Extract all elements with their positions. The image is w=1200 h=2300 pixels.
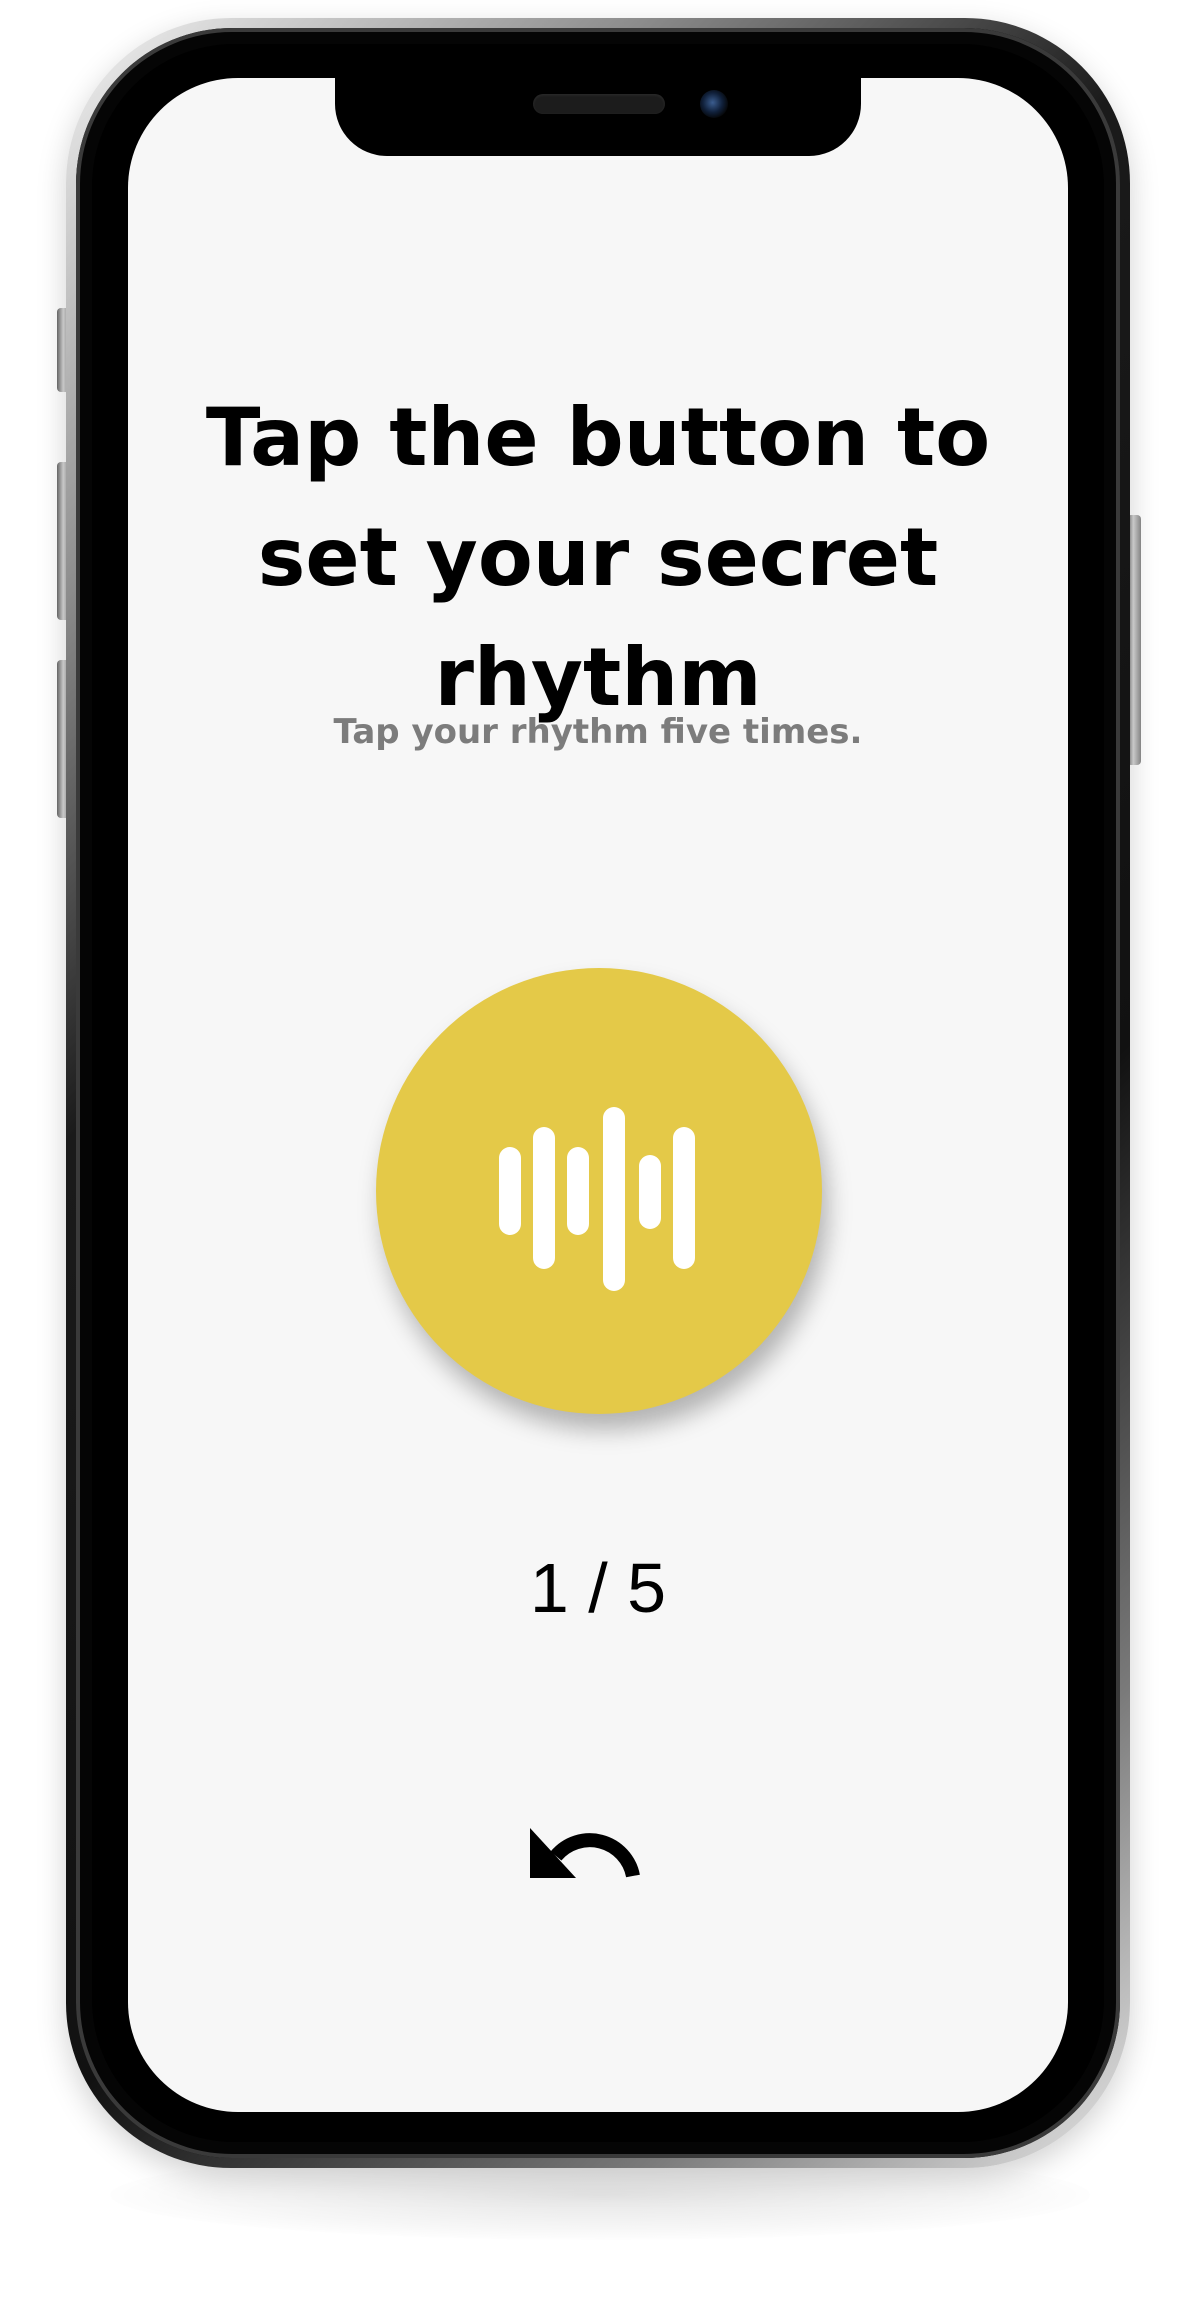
earpiece-speaker [533,94,665,114]
undo-button[interactable] [518,1798,658,1908]
app-screen: Tap the button to set your secret rhythm… [128,78,1068,2112]
rhythm-tap-button[interactable] [376,968,822,1414]
progress-counter: 1 / 5 [529,1549,667,1627]
device-mockup: Tap the button to set your secret rhythm… [0,0,1200,2300]
page-title: Tap the button to set your secret rhythm [205,391,991,724]
waveform-icon [499,1107,695,1291]
instruction-text: Tap your rhythm five times. [333,712,863,752]
undo-icon [530,1828,640,1878]
front-camera [700,90,728,118]
